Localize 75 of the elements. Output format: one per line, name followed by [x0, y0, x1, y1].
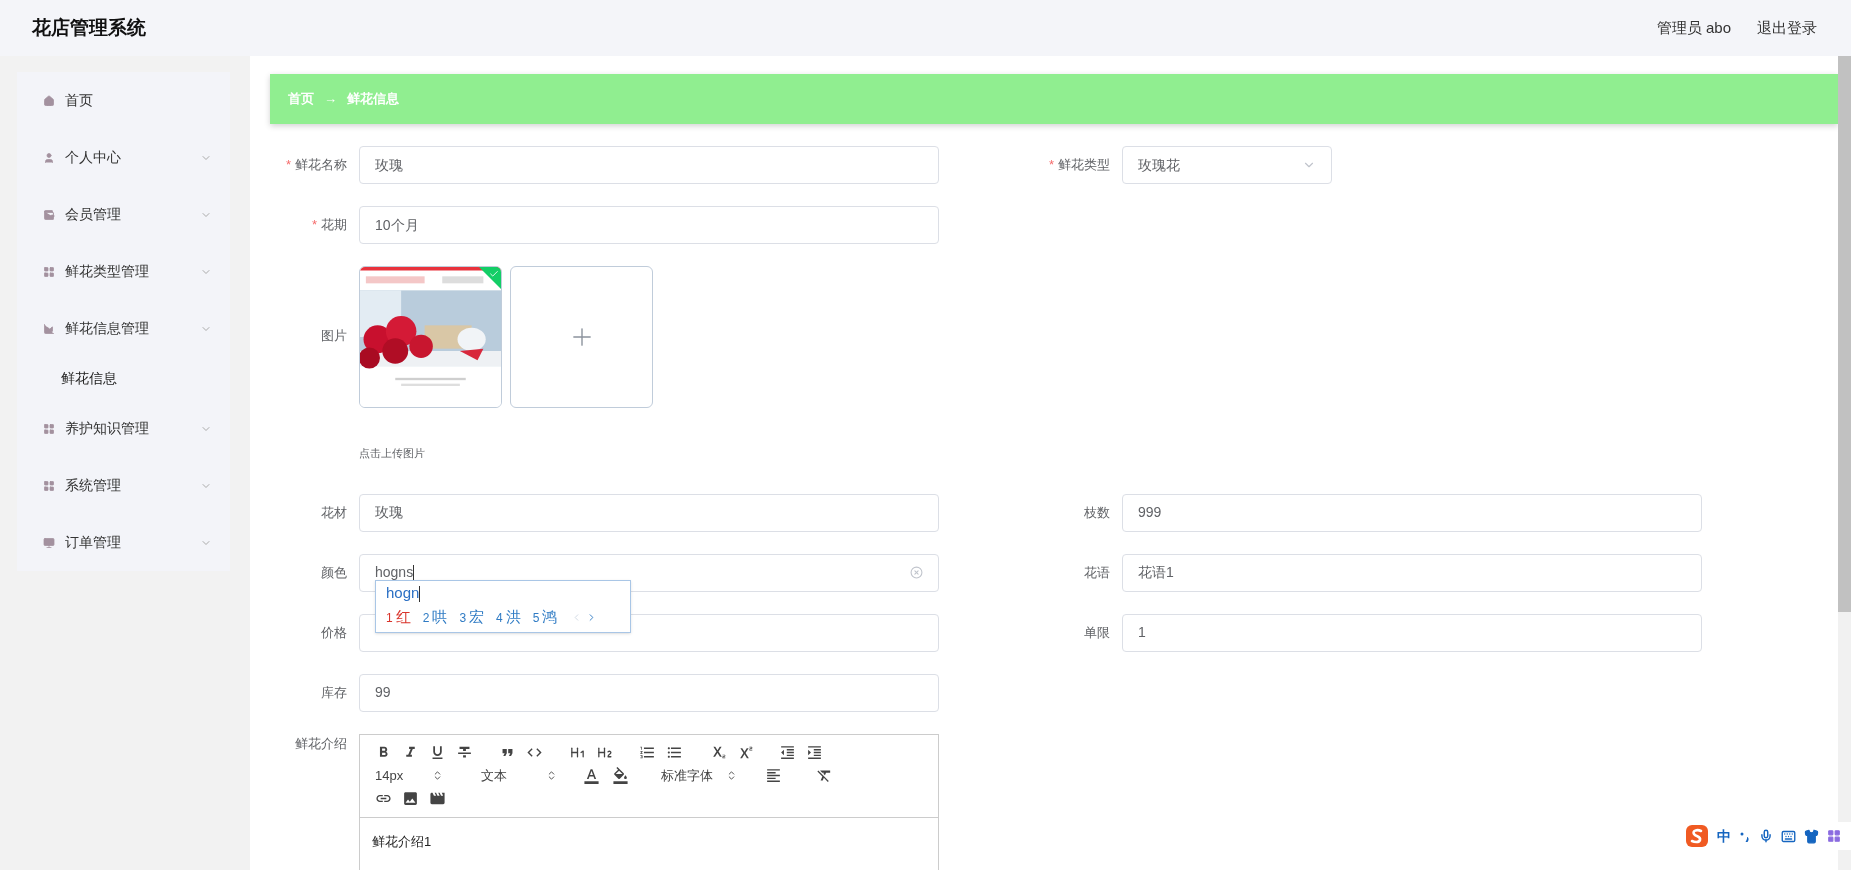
input-field[interactable]: 玫瑰: [359, 146, 939, 184]
wallet-icon: [43, 208, 55, 221]
grid-icon: [43, 265, 55, 278]
input-field[interactable]: 1: [1122, 613, 1702, 652]
outdent-icon[interactable]: [779, 744, 796, 761]
app-title: 花店管理系统: [32, 15, 147, 40]
monitor-icon: [43, 536, 55, 549]
align-icon[interactable]: [765, 767, 782, 784]
select-field[interactable]: 玫瑰花: [1122, 146, 1332, 184]
required-mark: *: [1048, 156, 1054, 175]
menu-item[interactable]: 个人中心: [17, 129, 230, 186]
menu-item[interactable]: 养护知识管理: [17, 400, 230, 457]
toolbar-select[interactable]: 文本: [481, 765, 557, 786]
grid-icon: [43, 479, 55, 492]
menu-item[interactable]: 鲜花信息管理: [17, 300, 230, 357]
input-field[interactable]: 99: [359, 673, 939, 712]
up-down-arrows-icon: [726, 770, 737, 781]
text-cursor: [413, 564, 415, 581]
input-field[interactable]: 花语1: [1122, 553, 1702, 592]
ime-candidate[interactable]: 3 宏: [459, 606, 485, 629]
punctuation-icon[interactable]: [1739, 830, 1751, 842]
input-mode-toggle[interactable]: 中: [1717, 825, 1731, 847]
bullet-list-icon[interactable]: [666, 744, 683, 761]
input-field[interactable]: 10个月: [359, 206, 939, 244]
input-field[interactable]: 玫瑰: [359, 493, 939, 532]
grid-icon: [43, 422, 55, 435]
field-label: 鲜花介绍: [295, 734, 347, 753]
video-icon[interactable]: [429, 790, 446, 807]
user-icon: [43, 151, 55, 164]
required-mark: *: [285, 156, 291, 175]
up-down-arrows-icon: [432, 770, 443, 781]
ime-logo-icon[interactable]: [1685, 824, 1709, 848]
shirt-icon[interactable]: [1804, 828, 1819, 844]
keyboard-icon[interactable]: [1781, 828, 1796, 844]
ime-candidate[interactable]: 2 哄: [422, 606, 448, 629]
font-color-icon[interactable]: [583, 767, 600, 784]
field-label: 鲜花类型: [1058, 156, 1110, 175]
toolbar-select[interactable]: 标准字体: [661, 765, 737, 786]
field-label: 枝数: [1084, 503, 1110, 522]
field-label: 颜色: [321, 563, 347, 582]
ime-candidate[interactable]: 4 洪: [496, 606, 521, 629]
field-label: 单限: [1084, 623, 1110, 642]
menu-item[interactable]: 会员管理: [17, 186, 230, 243]
upload-hint: 点击上传图片: [359, 446, 426, 461]
editor-content[interactable]: 鲜花介绍1: [360, 817, 938, 851]
background-color-icon[interactable]: [612, 767, 629, 784]
field-label: 价格: [321, 623, 347, 642]
field-label: 花材: [321, 503, 347, 522]
microphone-icon[interactable]: [1759, 829, 1773, 843]
menu-item[interactable]: 订单管理: [17, 514, 230, 571]
indent-icon[interactable]: [806, 744, 823, 761]
chart-icon: [43, 322, 55, 335]
ime-candidate[interactable]: 1 红: [386, 606, 411, 629]
grid-icon[interactable]: [1827, 829, 1841, 843]
user-name: 管理员 abo: [1656, 17, 1731, 38]
up-down-arrows-icon: [546, 770, 557, 781]
submenu-item[interactable]: 鲜花信息: [17, 357, 230, 400]
field-label: 花语: [1084, 563, 1110, 582]
logout-link[interactable]: 退出登录: [1757, 16, 1817, 40]
input-field[interactable]: 999: [1122, 493, 1702, 532]
numbered-list-icon[interactable]: [639, 744, 656, 761]
ime-candidate[interactable]: 5 鸿: [532, 606, 558, 629]
menu-item[interactable]: 鲜花类型管理: [17, 243, 230, 300]
home-icon: [43, 94, 55, 107]
field-label: 图片: [321, 327, 347, 345]
breadcrumb-separator: →: [324, 90, 337, 109]
field-label: 鲜花名称: [295, 156, 347, 175]
required-mark: *: [311, 216, 317, 235]
menu-item[interactable]: 系统管理: [17, 457, 230, 514]
field-label: 花期: [321, 216, 347, 235]
image-icon[interactable]: [402, 790, 419, 807]
field-label: 库存: [321, 683, 347, 702]
menu-item[interactable]: 首页: [17, 72, 230, 129]
scrollbar[interactable]: [1838, 56, 1851, 870]
toolbar-select[interactable]: 14px: [375, 765, 443, 786]
